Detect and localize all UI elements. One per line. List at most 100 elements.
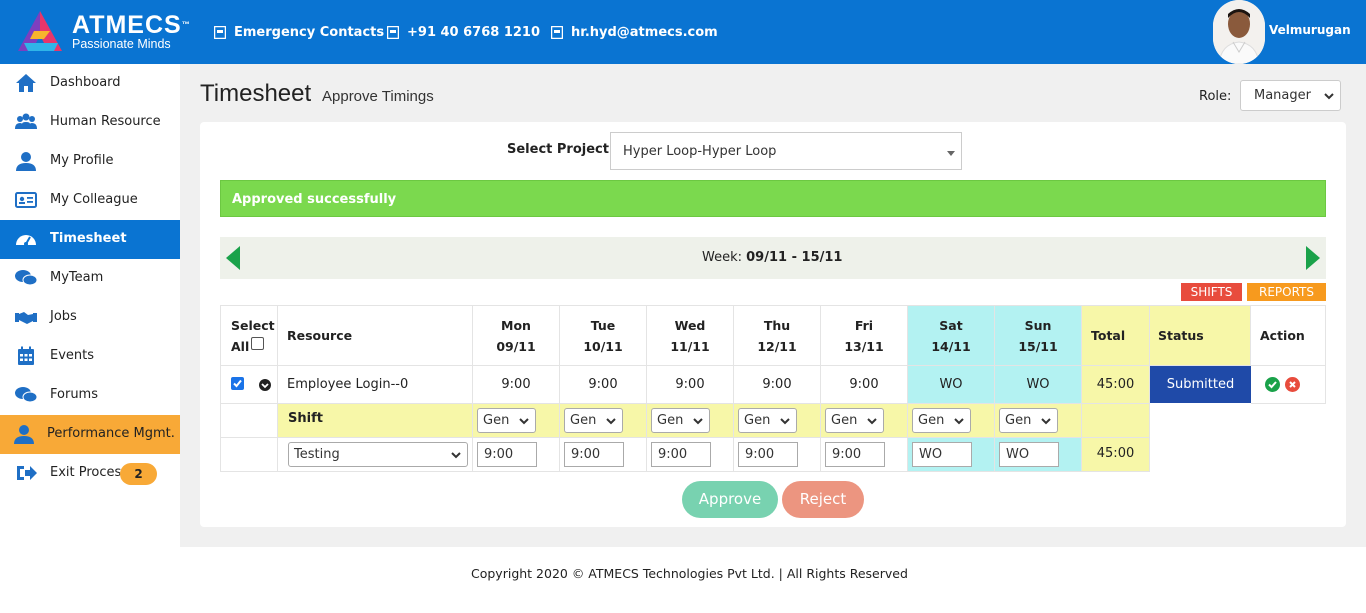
project-label: Select Project <box>507 142 609 157</box>
day-header-mon: Mon 09/11 <box>473 305 560 366</box>
shift-select-value: Gen <box>657 413 684 428</box>
logo-tagline: Passionate Minds <box>72 37 171 51</box>
reports-button[interactable]: REPORTS <box>1247 283 1326 301</box>
select-all-label-2: All <box>231 339 250 354</box>
shift-select-sat[interactable]: Gen <box>912 408 971 433</box>
shift-select-tue[interactable]: Gen <box>564 408 623 433</box>
chevron-down-icon <box>519 418 529 425</box>
sidebar-item-label: Timesheet <box>50 231 127 246</box>
shift-select-thu[interactable]: Gen <box>738 408 797 433</box>
day-date: 10/11 <box>583 339 623 354</box>
previous-week-arrow-icon[interactable] <box>226 246 240 270</box>
id-card-icon <box>15 192 37 208</box>
shift-select-wed[interactable]: Gen <box>651 408 710 433</box>
approve-check-icon[interactable] <box>1265 377 1280 392</box>
task-total-cell: 45:00 <box>1082 438 1150 472</box>
calendar-icon <box>18 346 34 365</box>
emergency-contacts-link[interactable]: Emergency Contacts <box>214 23 384 41</box>
email-link[interactable]: hr.hyd@atmecs.com <box>551 23 718 41</box>
select-all-header: Select All <box>220 305 278 366</box>
logo-trademark: ™ <box>181 20 191 29</box>
week-prefix: Week: <box>702 250 742 265</box>
sidebar-item-forums[interactable]: Forums <box>0 376 180 415</box>
top-header: ATMECS™ Passionate Minds Emergency Conta… <box>0 0 1366 64</box>
hours-input-sat[interactable]: WO <box>912 442 972 467</box>
action-cell <box>1251 366 1326 404</box>
select-all-label: Select <box>231 318 275 333</box>
role-select[interactable]: Manager <box>1240 80 1341 111</box>
resource-header: Resource <box>278 305 473 366</box>
sidebar-item-events[interactable]: Events <box>0 337 180 376</box>
hours-input-thu[interactable]: 9:00 <box>738 442 798 467</box>
user-name[interactable]: Velmurugan <box>1269 23 1351 37</box>
hours-cell-thu: 9:00 <box>734 366 821 404</box>
shift-select-value: Gen <box>483 413 510 428</box>
day-name: Thu <box>763 318 791 333</box>
resource-cell: Employee Login--0 <box>278 366 473 404</box>
sidebar-item-timesheet[interactable]: Timesheet <box>0 220 180 259</box>
approve-button[interactable]: Approve <box>682 481 778 518</box>
avatar[interactable] <box>1213 0 1265 64</box>
expand-chevron-icon[interactable] <box>259 379 271 391</box>
day-name: Mon <box>501 318 531 333</box>
hours-input-mon[interactable]: 9:00 <box>477 442 537 467</box>
role-select-value: Manager <box>1254 88 1311 103</box>
project-select-value: Hyper Loop-Hyper Loop <box>623 144 777 159</box>
task-select-value: Testing <box>294 447 340 462</box>
chevron-down-icon <box>867 418 877 425</box>
day-header-wed: Wed 11/11 <box>647 305 734 366</box>
next-week-arrow-icon[interactable] <box>1306 246 1320 270</box>
day-header-tue: Tue 10/11 <box>560 305 647 366</box>
caret-down-icon <box>947 151 955 156</box>
sidebar-item-myteam[interactable]: MyTeam <box>0 259 180 298</box>
status-header: Status <box>1150 305 1251 366</box>
hours-input-sun[interactable]: WO <box>999 442 1059 467</box>
company-logo[interactable]: ATMECS™ Passionate Minds <box>14 9 190 55</box>
hours-input-tue[interactable]: 9:00 <box>564 442 624 467</box>
row-checkbox[interactable] <box>231 377 244 390</box>
user-icon <box>16 152 36 171</box>
day-name: Sat <box>939 318 963 333</box>
select-all-checkbox[interactable] <box>251 337 264 350</box>
project-select[interactable]: Hyper Loop-Hyper Loop <box>610 132 962 170</box>
emergency-contacts-label: Emergency Contacts <box>234 24 385 40</box>
user-icon <box>14 425 34 444</box>
sidebar-item-label: Events <box>50 348 95 363</box>
phone-link[interactable]: +91 40 6768 1210 <box>387 23 540 41</box>
sidebar-item-my-profile[interactable]: My Profile <box>0 142 180 181</box>
hours-cell-tue: 9:00 <box>560 366 647 404</box>
sidebar-item-exit-process[interactable]: Exit Process 2 <box>0 454 180 493</box>
chevron-down-icon <box>1041 418 1051 425</box>
day-date: 14/11 <box>931 339 971 354</box>
shift-select-fri[interactable]: Gen <box>825 408 884 433</box>
email-card-icon <box>551 25 563 39</box>
success-alert: Approved successfully <box>220 180 1326 217</box>
page-subtitle: Approve Timings <box>322 88 434 105</box>
handshake-icon <box>15 312 37 324</box>
shift-total-cell <box>1082 404 1150 438</box>
sidebar-item-label: Dashboard <box>50 75 121 90</box>
reject-button[interactable]: Reject <box>782 481 864 518</box>
hours-input-wed[interactable]: 9:00 <box>651 442 711 467</box>
people-icon <box>15 113 37 129</box>
shift-select-mon[interactable]: Gen <box>477 408 536 433</box>
hours-cell-wed: 9:00 <box>647 366 734 404</box>
chat-icon <box>15 270 38 286</box>
sidebar-item-dashboard[interactable]: Dashboard <box>0 64 180 103</box>
hours-cell-sat: WO <box>908 366 995 404</box>
exit-process-badge: 2 <box>120 463 157 485</box>
sidebar-item-performance-mgmt[interactable]: Performance Mgmt. <box>0 415 180 454</box>
hours-input-fri[interactable]: 9:00 <box>825 442 885 467</box>
shift-select-sun[interactable]: Gen <box>999 408 1058 433</box>
task-select[interactable]: Testing <box>288 442 468 467</box>
shifts-button[interactable]: SHIFTS <box>1181 283 1242 301</box>
total-header: Total <box>1082 305 1150 366</box>
chevron-down-icon <box>693 418 703 425</box>
action-header: Action <box>1251 305 1326 366</box>
atmecs-logo-icon <box>18 11 62 51</box>
sidebar-item-my-colleague[interactable]: My Colleague <box>0 181 180 220</box>
sidebar-item-label: Jobs <box>50 309 77 324</box>
sidebar-item-human-resource[interactable]: Human Resource <box>0 103 180 142</box>
sidebar-item-jobs[interactable]: Jobs <box>0 298 180 337</box>
reject-close-icon[interactable] <box>1285 377 1300 392</box>
